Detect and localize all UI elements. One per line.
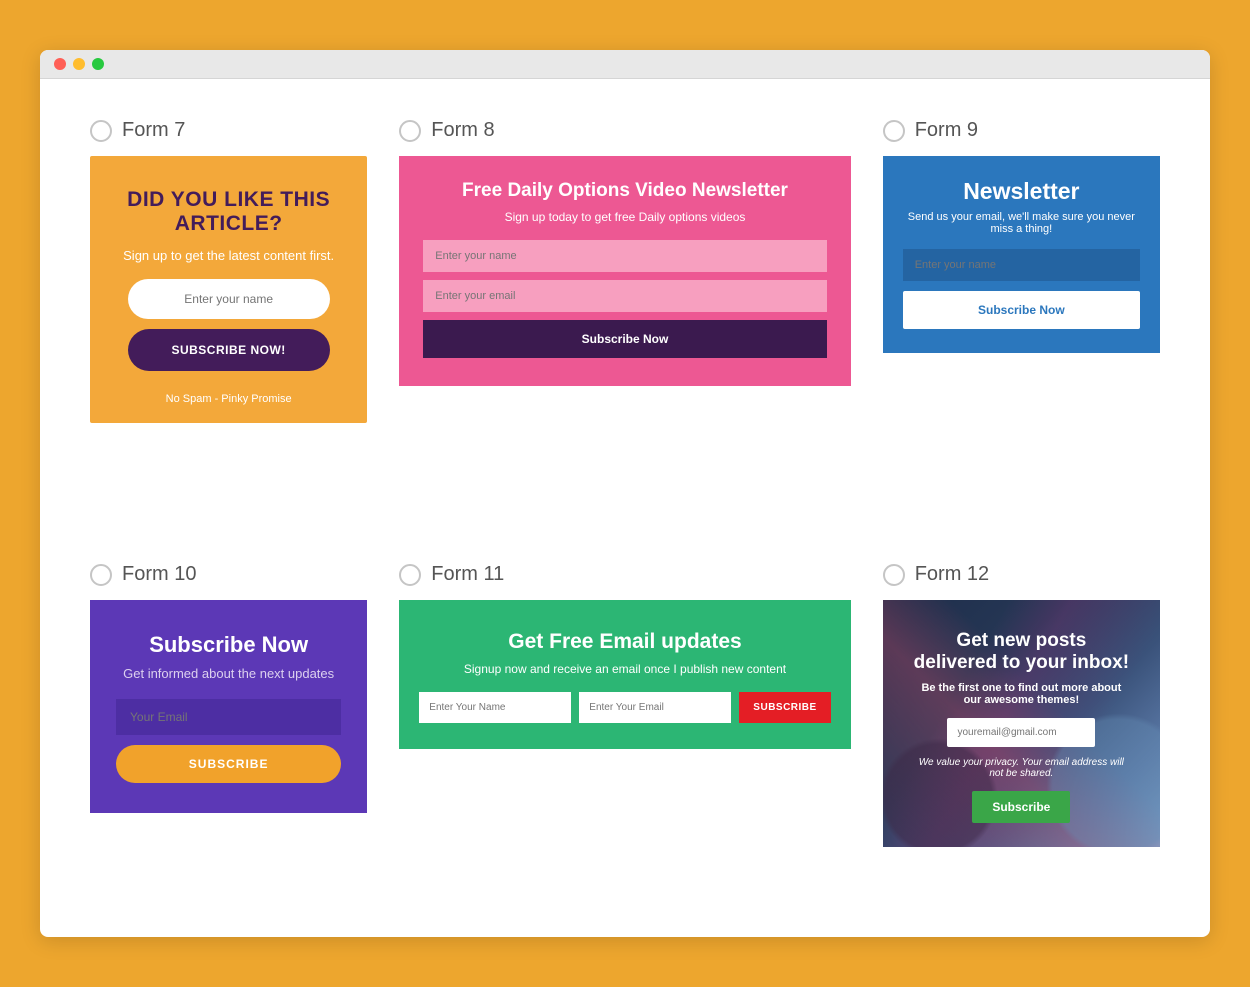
cell-header: Form 10	[90, 563, 367, 586]
form12-subtitle: Be the first one to find out more about …	[913, 682, 1130, 706]
form-cell-9: Form 9 Newsletter Send us your email, we…	[883, 119, 1160, 423]
form-cell-12: Form 12 Get new posts delivered to your …	[883, 563, 1160, 847]
form8-email-input[interactable]	[423, 280, 826, 312]
cell-title: Form 10	[122, 563, 196, 586]
form12-email-input[interactable]	[947, 718, 1095, 747]
form-cell-8: Form 8 Free Daily Options Video Newslett…	[399, 119, 850, 423]
form7-subtitle: Sign up to get the latest content first.	[114, 248, 343, 263]
form-grid: Form 7 DID YOU LIKE THIS ARTICLE? Sign u…	[90, 119, 1160, 847]
content-area: Form 7 DID YOU LIKE THIS ARTICLE? Sign u…	[40, 79, 1210, 937]
form-radio-12[interactable]	[883, 564, 905, 586]
form8-subtitle: Sign up today to get free Daily options …	[423, 210, 826, 224]
browser-window: Form 7 DID YOU LIKE THIS ARTICLE? Sign u…	[40, 50, 1210, 937]
form8-preview: Free Daily Options Video Newsletter Sign…	[399, 156, 850, 386]
form9-preview: Newsletter Send us your email, we'll mak…	[883, 156, 1160, 353]
form-radio-7[interactable]	[90, 120, 112, 142]
form11-email-input[interactable]	[579, 692, 731, 723]
cell-title: Form 11	[431, 563, 504, 586]
cell-header: Form 7	[90, 119, 367, 142]
form11-subtitle: Signup now and receive an email once I p…	[419, 662, 830, 676]
form11-name-input[interactable]	[419, 692, 571, 723]
form7-heading: DID YOU LIKE THIS ARTICLE?	[114, 188, 343, 236]
form8-name-input[interactable]	[423, 240, 826, 272]
cell-title: Form 9	[915, 119, 978, 142]
form11-subscribe-button[interactable]: SUBSCRIBE	[739, 692, 830, 723]
form-radio-8[interactable]	[399, 120, 421, 142]
maximize-icon[interactable]	[92, 58, 104, 70]
form10-subtitle: Get informed about the next updates	[116, 666, 341, 681]
form12-preview: Get new posts delivered to your inbox! B…	[883, 600, 1160, 847]
form9-subtitle: Send us your email, we'll make sure you …	[903, 211, 1140, 235]
form7-subscribe-button[interactable]: SUBSCRIBE NOW!	[128, 329, 330, 371]
form10-heading: Subscribe Now	[116, 632, 341, 658]
form10-preview: Subscribe Now Get informed about the nex…	[90, 600, 367, 813]
window-titlebar	[40, 50, 1210, 79]
form8-subscribe-button[interactable]: Subscribe Now	[423, 320, 826, 358]
form-cell-7: Form 7 DID YOU LIKE THIS ARTICLE? Sign u…	[90, 119, 367, 423]
close-icon[interactable]	[54, 58, 66, 70]
minimize-icon[interactable]	[73, 58, 85, 70]
cell-header: Form 8	[399, 119, 850, 142]
form7-footer: No Spam - Pinky Promise	[114, 393, 343, 405]
form11-row: SUBSCRIBE	[419, 692, 830, 723]
form9-subscribe-button[interactable]: Subscribe Now	[903, 291, 1140, 329]
form10-email-input[interactable]	[116, 699, 341, 735]
form12-subscribe-button[interactable]: Subscribe	[972, 791, 1070, 823]
form12-heading: Get new posts delivered to your inbox!	[913, 630, 1130, 674]
form-radio-10[interactable]	[90, 564, 112, 586]
form7-preview: DID YOU LIKE THIS ARTICLE? Sign up to ge…	[90, 156, 367, 423]
form8-heading: Free Daily Options Video Newsletter	[423, 180, 826, 202]
cell-title: Form 12	[915, 563, 989, 586]
form11-preview: Get Free Email updates Signup now and re…	[399, 600, 850, 749]
cell-header: Form 12	[883, 563, 1160, 586]
form9-heading: Newsletter	[903, 178, 1140, 205]
form7-name-input[interactable]	[128, 279, 330, 319]
form-cell-11: Form 11 Get Free Email updates Signup no…	[399, 563, 850, 847]
cell-header: Form 11	[399, 563, 850, 586]
form-cell-10: Form 10 Subscribe Now Get informed about…	[90, 563, 367, 847]
form9-name-input[interactable]	[903, 249, 1140, 281]
form-radio-11[interactable]	[399, 564, 421, 586]
form10-subscribe-button[interactable]: SUBSCRIBE	[116, 745, 341, 783]
form11-heading: Get Free Email updates	[419, 630, 830, 654]
cell-title: Form 7	[122, 119, 185, 142]
cell-header: Form 9	[883, 119, 1160, 142]
form12-privacy-note: We value your privacy. Your email addres…	[913, 757, 1130, 779]
cell-title: Form 8	[431, 119, 494, 142]
form-radio-9[interactable]	[883, 120, 905, 142]
